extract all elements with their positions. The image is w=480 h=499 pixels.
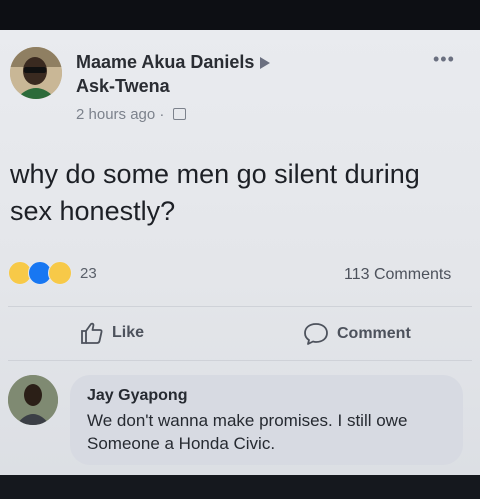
share-arrow-icon [260,57,271,70]
divider [8,360,472,361]
audience-icon[interactable] [172,108,186,120]
comment-text: We don't wanna make promises. I still ow… [87,411,408,453]
comment-label: Comment [337,325,411,342]
post-meta: 2 hours ago · [76,106,186,123]
post-author[interactable]: Maame Akua Daniels [76,52,271,73]
wow-reaction-icon [48,261,72,285]
comments-count[interactable]: 113 Comments [344,266,451,284]
commenter-avatar[interactable] [8,375,58,425]
like-button[interactable]: Like [80,322,144,344]
comment-button[interactable]: Comment [303,322,411,346]
more-options-icon[interactable]: ••• [433,50,455,68]
group-name[interactable]: Ask-Twena [76,76,170,97]
like-label: Like [112,324,145,341]
screen-bottom-bezel [0,475,480,499]
post-author-name[interactable]: Maame Akua Daniels [76,52,254,72]
comment-bubble-icon [304,323,328,345]
facebook-post-screen: Maame Akua Daniels Ask-Twena 2 hours ago… [0,30,480,475]
reaction-count: 23 [80,264,97,282]
comment-bubble: Jay Gyapong We don't wanna make promises… [70,375,463,465]
reactions-summary[interactable]: 23 [8,261,97,285]
post-timestamp[interactable]: 2 hours ago [76,106,155,123]
thumbs-up-icon [81,322,103,344]
commenter-name[interactable]: Jay Gyapong [87,387,187,405]
author-avatar-image [10,47,62,99]
author-avatar[interactable] [10,47,62,99]
meta-separator: · [159,106,165,123]
divider [8,306,472,307]
commenter-avatar-image [8,375,58,425]
post-text: why do some men go silent during sex hon… [10,159,420,226]
